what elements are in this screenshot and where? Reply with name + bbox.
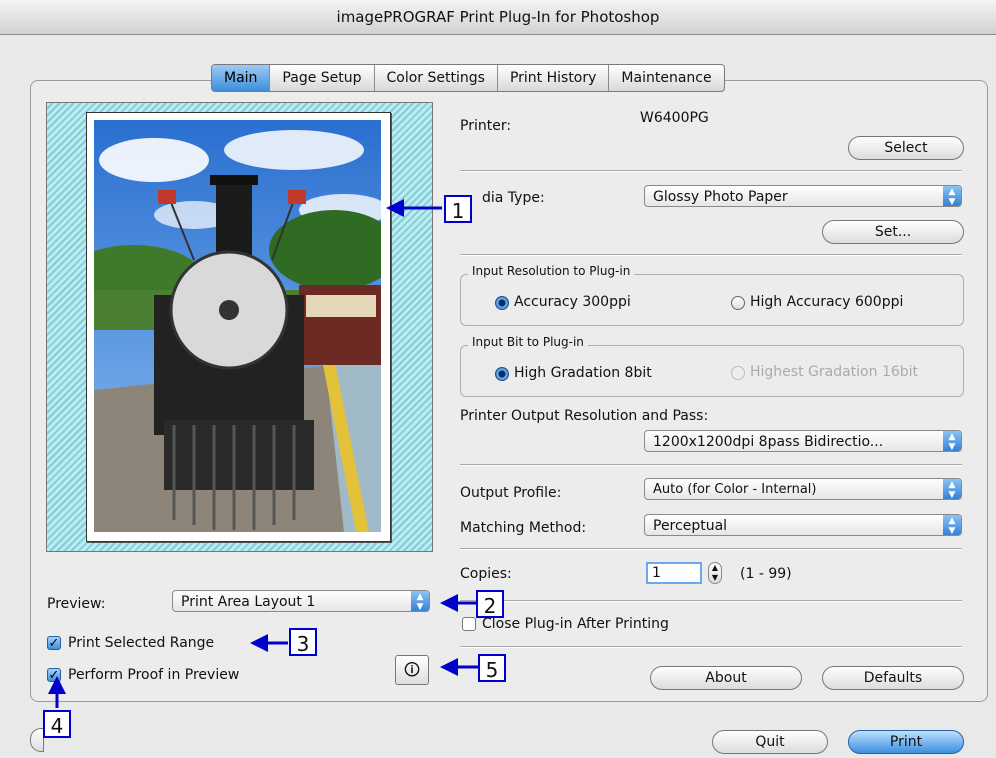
callout-5: 5 <box>478 654 506 682</box>
callout-3: 3 <box>289 628 317 656</box>
callout-arrows <box>48 199 478 708</box>
callout-1: 1 <box>444 195 472 223</box>
callout-2: 2 <box>476 590 504 618</box>
callout-4: 4 <box>43 710 71 738</box>
